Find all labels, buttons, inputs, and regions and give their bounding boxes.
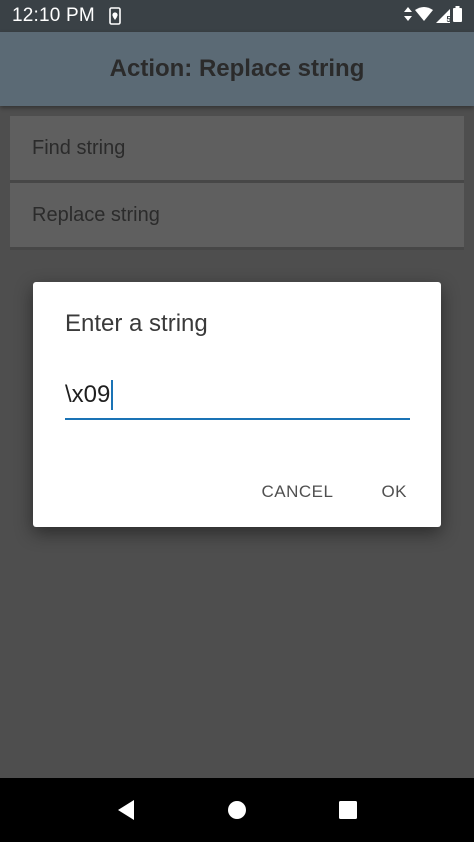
list-item-find-string[interactable]: Find string [10, 116, 464, 183]
dialog-title: Enter a string [65, 310, 208, 337]
dialog-actions: CANCEL OK [251, 478, 417, 506]
status-icons: 5 [404, 5, 462, 27]
ok-button[interactable]: OK [371, 478, 417, 506]
back-icon[interactable] [106, 790, 146, 830]
string-input[interactable]: \x09 [65, 378, 410, 420]
page-title: Action: Replace string [109, 55, 365, 82]
cancel-button[interactable]: CANCEL [251, 478, 343, 506]
action-list: Find string Replace string [10, 116, 464, 250]
data-arrows-icon [404, 6, 412, 26]
input-underline [65, 418, 410, 420]
screen: 12:10 PM 5 Action: Replace string Find s… [0, 0, 474, 842]
signal-badge: 5 [446, 15, 451, 24]
status-time: 12:10 PM [12, 5, 95, 26]
battery-icon [453, 5, 462, 27]
string-input-field[interactable]: \x09 [65, 380, 114, 410]
home-icon[interactable] [217, 790, 257, 830]
location-pin-icon [109, 7, 121, 25]
navigation-bar [0, 778, 474, 842]
wifi-icon [415, 6, 433, 26]
string-input-value: \x09 [65, 381, 111, 408]
text-cursor [111, 380, 114, 410]
recents-icon[interactable] [328, 790, 368, 830]
list-item-label: Replace string [32, 203, 160, 226]
app-bar: Action: Replace string [0, 32, 474, 106]
signal-icon: 5 [436, 9, 451, 24]
status-bar: 12:10 PM 5 [0, 0, 474, 32]
list-item-replace-string[interactable]: Replace string [10, 183, 464, 250]
list-item-label: Find string [32, 136, 126, 159]
enter-string-dialog: Enter a string \x09 CANCEL OK [33, 282, 441, 527]
